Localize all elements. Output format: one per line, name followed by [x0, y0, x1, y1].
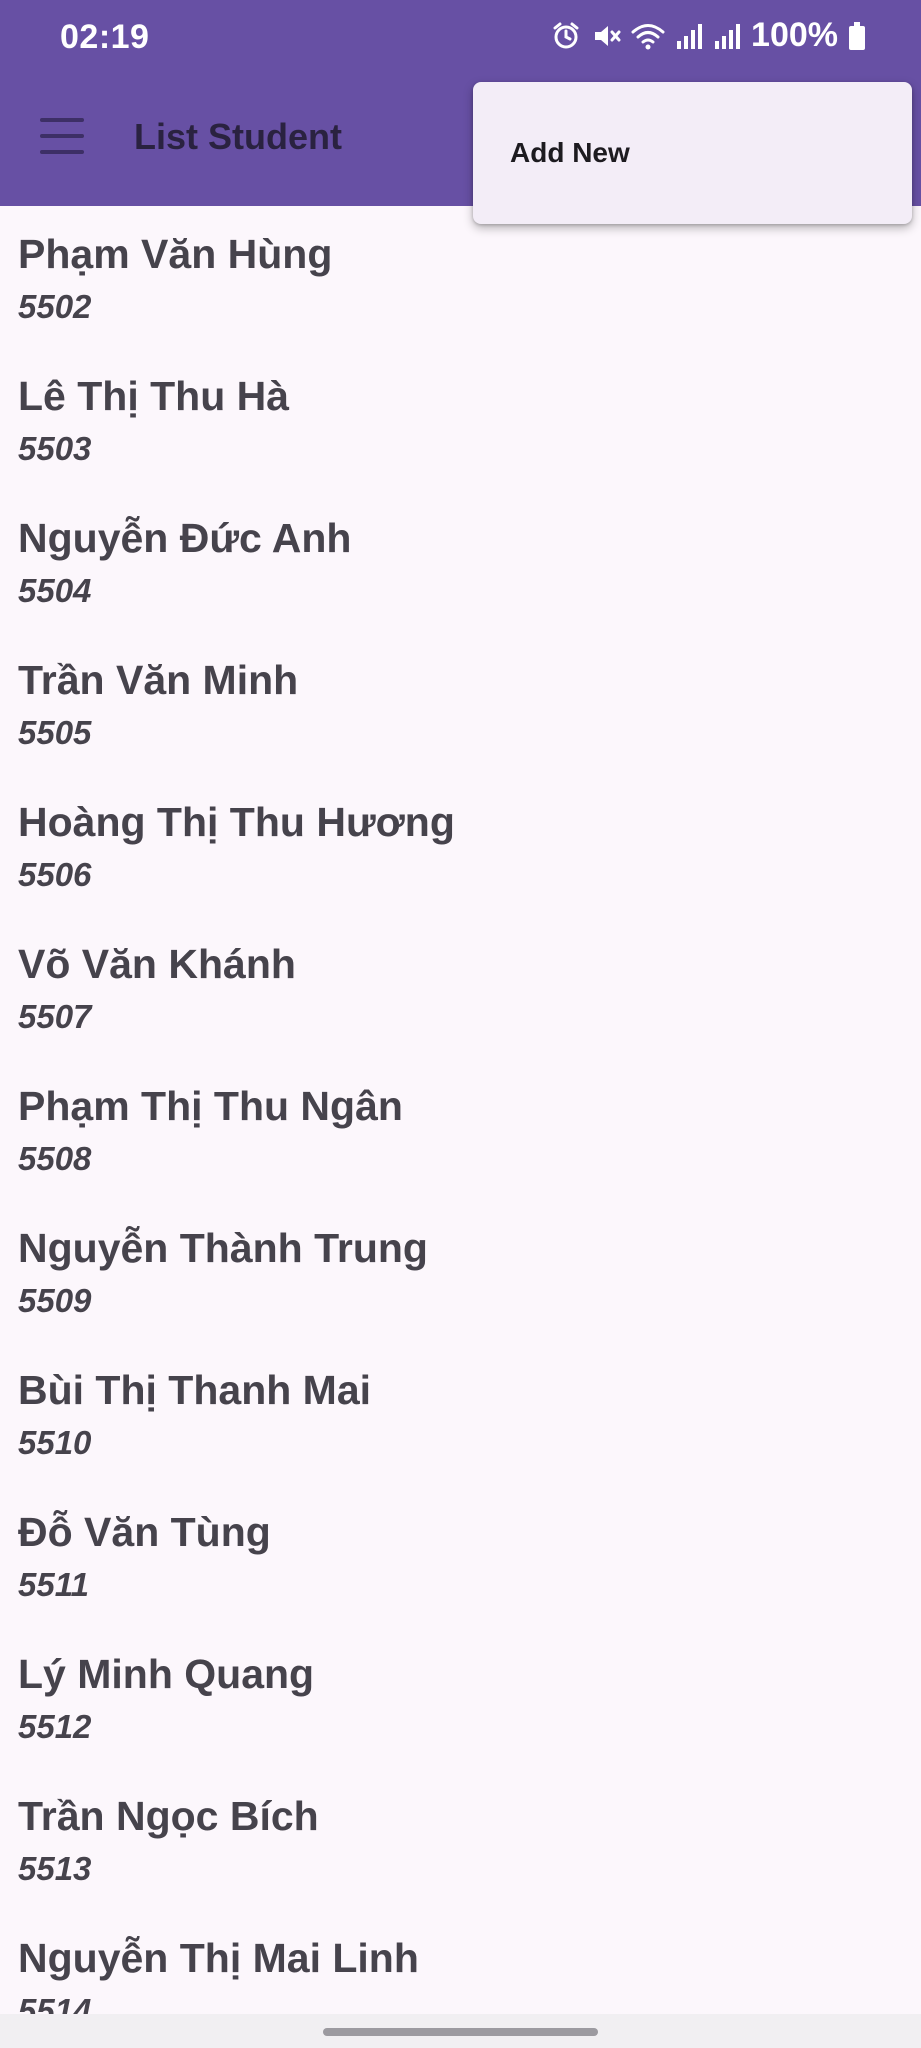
battery-percentage: 100%	[751, 16, 838, 54]
home-gesture-handle[interactable]	[323, 2028, 598, 2036]
student-name: Hoàng Thị Thu Hương	[18, 799, 455, 845]
list-item[interactable]: Nguyễn Đức Anh 5504	[0, 490, 921, 632]
student-id: 5508	[18, 1140, 92, 1177]
list-item[interactable]: Phạm Văn Hùng 5502	[0, 206, 921, 348]
student-name: Bùi Thị Thanh Mai	[18, 1367, 372, 1413]
list-item[interactable]: Nguyễn Thị Mai Linh 5514	[0, 1910, 921, 2014]
student-name: Trần Ngọc Bích	[18, 1793, 319, 1839]
wifi-icon	[631, 21, 665, 51]
student-name: Phạm Thị Thu Ngân	[18, 1083, 403, 1129]
student-id: 5510	[18, 1424, 92, 1461]
list-item[interactable]: Trần Ngọc Bích 5513	[0, 1768, 921, 1910]
student-name: Lý Minh Quang	[18, 1651, 315, 1697]
list-item[interactable]: Phạm Thị Thu Ngân 5508	[0, 1058, 921, 1200]
status-bar: 02:19 100%	[0, 0, 921, 80]
student-name: Lê Thị Thu Hà	[18, 373, 290, 419]
status-icons: 100%	[551, 16, 866, 55]
student-id: 5504	[18, 572, 92, 609]
student-id: 5514	[18, 1992, 92, 2014]
mute-icon	[591, 21, 621, 51]
signal-icon	[675, 21, 703, 51]
student-id: 5506	[18, 856, 92, 893]
list-item[interactable]: Hoàng Thị Thu Hương 5506	[0, 774, 921, 916]
student-id: 5512	[18, 1708, 92, 1745]
add-new-menu-item[interactable]: Add New	[473, 82, 912, 224]
student-id: 5502	[18, 288, 92, 325]
student-id: 5503	[18, 430, 92, 467]
student-list[interactable]: Phạm Văn Hùng 5502 Lê Thị Thu Hà 5503 Ng…	[0, 206, 921, 2014]
hamburger-menu-icon[interactable]	[40, 118, 84, 154]
student-id: 5509	[18, 1282, 92, 1319]
overflow-popup-menu: Add New	[473, 82, 912, 224]
add-new-label: Add New	[510, 137, 630, 168]
battery-icon	[848, 21, 866, 51]
student-id: 5511	[18, 1566, 89, 1603]
navigation-bar	[0, 2014, 921, 2048]
list-item[interactable]: Lê Thị Thu Hà 5503	[0, 348, 921, 490]
screen: 02:19 100% List Student Phạm Văn Hùng 55…	[0, 0, 921, 2048]
list-item[interactable]: Bùi Thị Thanh Mai 5510	[0, 1342, 921, 1484]
student-name: Phạm Văn Hùng	[18, 231, 333, 277]
student-name: Võ Văn Khánh	[18, 941, 296, 987]
status-time: 02:19	[60, 18, 150, 56]
list-item[interactable]: Võ Văn Khánh 5507	[0, 916, 921, 1058]
list-item[interactable]: Đỗ Văn Tùng 5511	[0, 1484, 921, 1626]
page-title: List Student	[134, 116, 342, 157]
student-name: Nguyễn Đức Anh	[18, 515, 352, 561]
list-item[interactable]: Nguyễn Thành Trung 5509	[0, 1200, 921, 1342]
alarm-icon	[551, 21, 581, 51]
student-name: Đỗ Văn Tùng	[18, 1509, 271, 1555]
list-item[interactable]: Lý Minh Quang 5512	[0, 1626, 921, 1768]
student-id: 5513	[18, 1850, 92, 1887]
signal-icon	[713, 21, 741, 51]
student-name: Nguyễn Thị Mai Linh	[18, 1935, 419, 1981]
student-name: Trần Văn Minh	[18, 657, 299, 703]
student-id: 5505	[18, 714, 92, 751]
student-id: 5507	[18, 998, 92, 1035]
student-name: Nguyễn Thành Trung	[18, 1225, 428, 1271]
list-item[interactable]: Trần Văn Minh 5505	[0, 632, 921, 774]
